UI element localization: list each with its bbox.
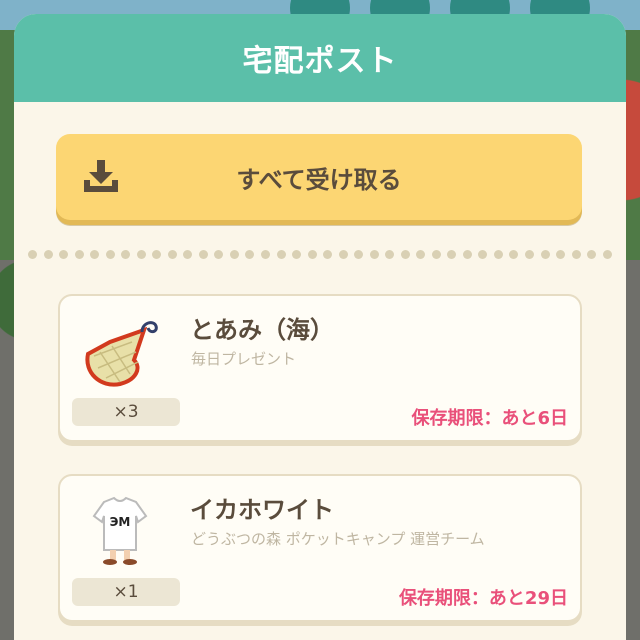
item-name: とあみ（海）: [190, 316, 334, 344]
dotted-divider: [28, 250, 612, 262]
dialog-title: 宅配ポスト: [242, 44, 398, 79]
delivery-post-dialog: 宅配ポスト すべて受け取る ×3 とあみ（海） 毎日プレゼント 保存期限：あと6…: [14, 14, 626, 640]
receive-all-button[interactable]: すべて受け取る: [56, 134, 582, 220]
white-tshirt-icon: ЭМ: [92, 496, 148, 565]
quantity-badge: ×3: [72, 398, 180, 426]
svg-text:ЭМ: ЭМ: [110, 515, 131, 529]
dialog-header: 宅配ポスト: [14, 14, 626, 102]
item-sender: どうぶつの森 ポケットキャンプ 運営チーム: [191, 530, 485, 548]
receive-all-label: すべて受け取る: [236, 165, 402, 194]
mail-item-card[interactable]: ЭМ ×1 イカホワイト どうぶつの森 ポケットキャンプ 運営チーム 保存期限：…: [58, 474, 582, 622]
download-tray-icon: [84, 160, 118, 192]
item-name: イカホワイト: [190, 496, 334, 524]
mail-item-card[interactable]: ×3 とあみ（海） 毎日プレゼント 保存期限：あと6日: [58, 294, 582, 442]
item-sender: 毎日プレゼント: [191, 350, 297, 368]
item-expiry: 保存期限：あと6日: [411, 408, 568, 429]
quantity-badge: ×1: [72, 578, 180, 606]
fishing-net-icon: [85, 321, 158, 387]
item-expiry: 保存期限：あと29日: [398, 588, 568, 609]
